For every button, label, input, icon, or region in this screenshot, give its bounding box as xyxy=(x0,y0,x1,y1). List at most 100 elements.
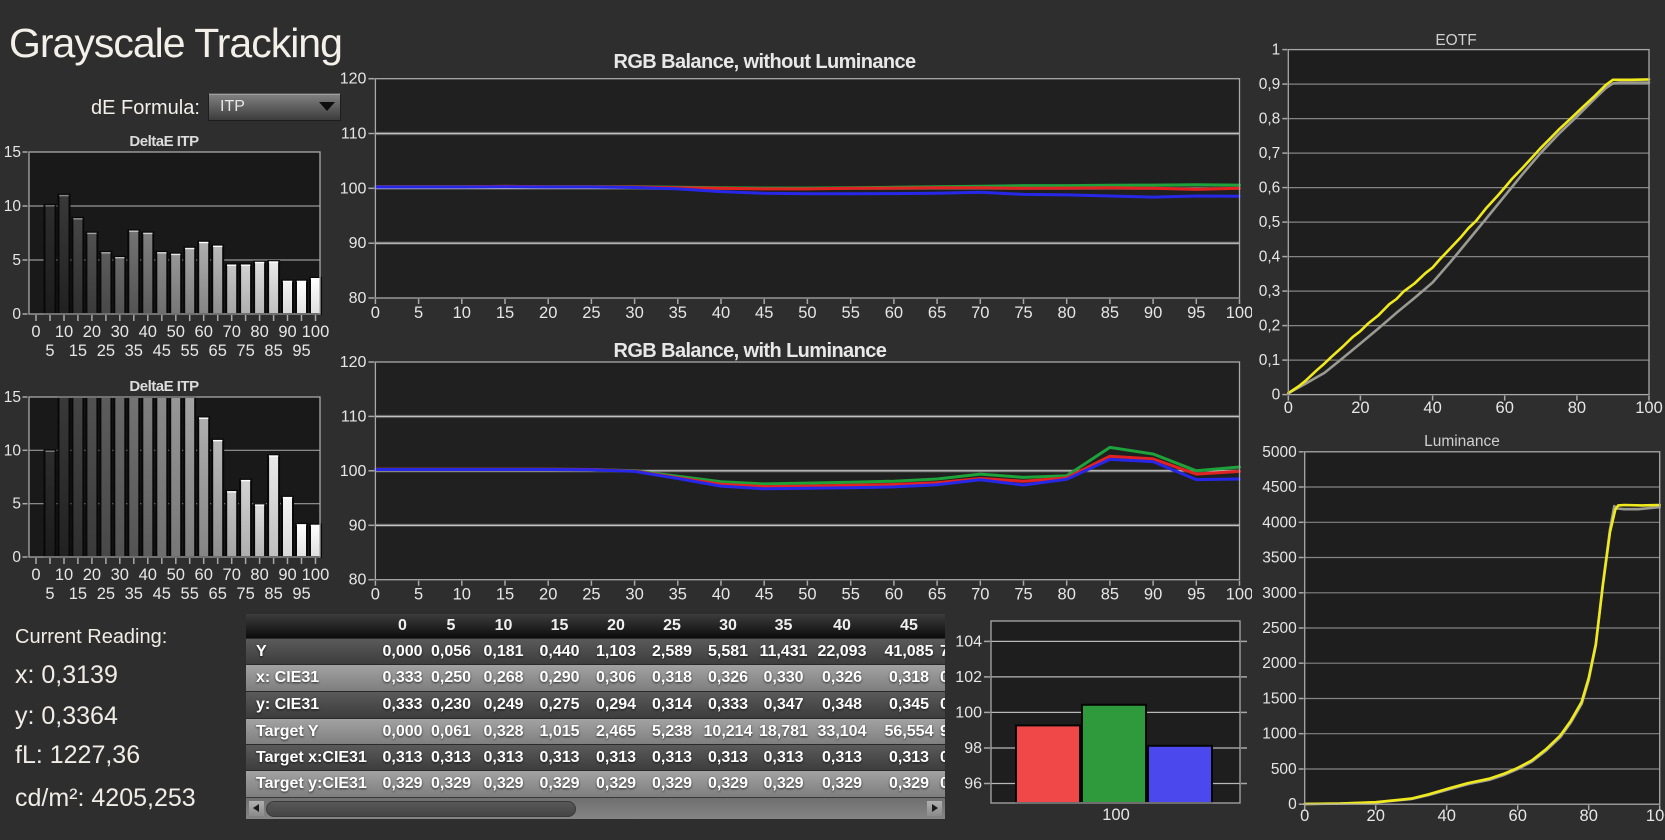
svg-text:15: 15 xyxy=(4,389,21,406)
svg-text:100: 100 xyxy=(1646,807,1665,825)
svg-text:65: 65 xyxy=(928,586,946,604)
svg-text:0: 0 xyxy=(1284,399,1293,417)
svg-text:102: 102 xyxy=(955,669,982,686)
svg-text:40: 40 xyxy=(712,304,730,322)
svg-text:80: 80 xyxy=(250,566,268,584)
svg-text:85: 85 xyxy=(1101,304,1119,322)
svg-text:0,4: 0,4 xyxy=(1259,249,1281,266)
svg-text:100: 100 xyxy=(340,463,366,480)
svg-text:0: 0 xyxy=(12,549,21,566)
svg-text:0: 0 xyxy=(12,306,21,323)
svg-text:75: 75 xyxy=(1014,304,1032,322)
svg-text:30: 30 xyxy=(111,566,129,584)
svg-text:60: 60 xyxy=(885,586,903,604)
svg-text:35: 35 xyxy=(125,342,143,360)
svg-text:80: 80 xyxy=(1580,807,1598,825)
svg-text:5: 5 xyxy=(414,304,423,322)
svg-text:0: 0 xyxy=(1288,796,1297,813)
svg-text:120: 120 xyxy=(340,71,366,88)
svg-text:80: 80 xyxy=(349,572,367,589)
svg-text:65: 65 xyxy=(209,585,227,603)
svg-text:65: 65 xyxy=(928,304,946,322)
svg-text:500: 500 xyxy=(1271,761,1297,778)
svg-text:5: 5 xyxy=(12,496,21,513)
svg-text:20: 20 xyxy=(1351,399,1369,417)
svg-text:5: 5 xyxy=(12,252,21,269)
svg-text:55: 55 xyxy=(842,586,860,604)
svg-text:90: 90 xyxy=(349,235,367,252)
svg-text:45: 45 xyxy=(153,342,171,360)
svg-text:60: 60 xyxy=(885,304,903,322)
svg-text:35: 35 xyxy=(669,586,687,604)
svg-text:30: 30 xyxy=(625,586,643,604)
svg-text:DeltaE ITP: DeltaE ITP xyxy=(129,133,199,150)
svg-text:70: 70 xyxy=(971,304,989,322)
svg-text:40: 40 xyxy=(1438,807,1456,825)
svg-text:55: 55 xyxy=(842,304,860,322)
svg-text:70: 70 xyxy=(223,566,241,584)
svg-text:30: 30 xyxy=(111,323,129,341)
svg-text:0,1: 0,1 xyxy=(1259,352,1281,369)
svg-text:EOTF: EOTF xyxy=(1435,32,1476,49)
svg-text:65: 65 xyxy=(209,342,227,360)
svg-text:100: 100 xyxy=(340,180,366,197)
svg-text:85: 85 xyxy=(264,342,282,360)
svg-text:0,3: 0,3 xyxy=(1259,283,1281,300)
svg-text:50: 50 xyxy=(167,323,185,341)
svg-text:35: 35 xyxy=(125,585,143,603)
svg-text:4500: 4500 xyxy=(1262,479,1297,496)
svg-text:100: 100 xyxy=(302,566,330,584)
svg-text:90: 90 xyxy=(349,517,367,534)
svg-text:30: 30 xyxy=(625,304,643,322)
svg-text:0,5: 0,5 xyxy=(1259,214,1281,231)
svg-text:10: 10 xyxy=(453,304,471,322)
svg-text:45: 45 xyxy=(153,585,171,603)
svg-text:45: 45 xyxy=(755,304,773,322)
svg-text:10: 10 xyxy=(55,566,73,584)
svg-text:55: 55 xyxy=(181,342,199,360)
svg-text:25: 25 xyxy=(582,586,600,604)
svg-text:100: 100 xyxy=(302,323,330,341)
svg-text:40: 40 xyxy=(139,323,157,341)
svg-text:RGB Balance, with Luminance: RGB Balance, with Luminance xyxy=(614,340,887,362)
svg-text:0,9: 0,9 xyxy=(1259,76,1281,93)
svg-text:DeltaE ITP: DeltaE ITP xyxy=(129,378,199,395)
svg-text:60: 60 xyxy=(195,323,213,341)
svg-text:0,7: 0,7 xyxy=(1259,145,1281,162)
svg-text:4000: 4000 xyxy=(1262,514,1297,531)
svg-text:60: 60 xyxy=(1509,807,1527,825)
svg-text:0,8: 0,8 xyxy=(1259,111,1281,128)
svg-text:90: 90 xyxy=(1144,304,1162,322)
svg-text:RGB Balance, without Luminance: RGB Balance, without Luminance xyxy=(614,51,917,73)
svg-text:0: 0 xyxy=(1272,387,1281,404)
svg-text:80: 80 xyxy=(1058,304,1076,322)
svg-text:80: 80 xyxy=(349,290,367,307)
svg-text:15: 15 xyxy=(496,586,514,604)
svg-text:40: 40 xyxy=(1423,399,1441,417)
svg-text:95: 95 xyxy=(292,585,310,603)
svg-text:20: 20 xyxy=(83,323,101,341)
svg-text:35: 35 xyxy=(669,304,687,322)
svg-text:100: 100 xyxy=(1635,399,1663,417)
svg-text:110: 110 xyxy=(341,126,367,143)
svg-text:100: 100 xyxy=(1102,806,1130,824)
svg-text:60: 60 xyxy=(1496,399,1514,417)
svg-text:96: 96 xyxy=(964,776,982,793)
svg-text:5000: 5000 xyxy=(1262,444,1297,461)
svg-text:3500: 3500 xyxy=(1262,550,1297,567)
svg-text:20: 20 xyxy=(83,566,101,584)
svg-text:0,2: 0,2 xyxy=(1259,318,1281,335)
svg-text:40: 40 xyxy=(712,586,730,604)
svg-text:75: 75 xyxy=(236,585,254,603)
svg-text:15: 15 xyxy=(496,304,514,322)
svg-text:1: 1 xyxy=(1272,42,1281,59)
svg-text:5: 5 xyxy=(45,342,54,360)
svg-text:50: 50 xyxy=(798,304,816,322)
svg-text:0,6: 0,6 xyxy=(1259,180,1281,197)
svg-text:60: 60 xyxy=(195,566,213,584)
svg-text:0: 0 xyxy=(1300,807,1309,825)
svg-text:10: 10 xyxy=(55,323,73,341)
svg-text:10: 10 xyxy=(4,442,22,459)
svg-text:5: 5 xyxy=(45,585,54,603)
svg-text:0: 0 xyxy=(371,586,380,604)
